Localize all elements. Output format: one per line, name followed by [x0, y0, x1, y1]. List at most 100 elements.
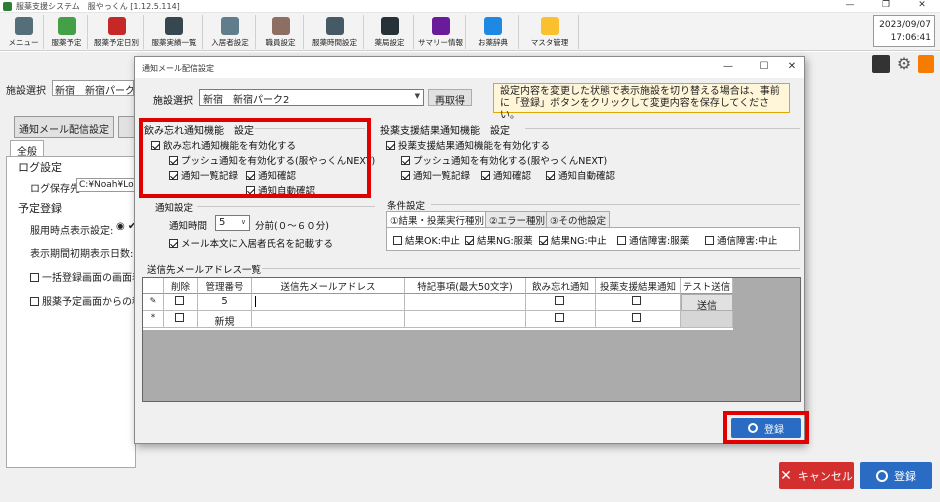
- schedule-registration-heading: 予定登録: [18, 202, 62, 215]
- condition-tab-result[interactable]: ①結果・投薬実行種別: [386, 211, 489, 228]
- test-send-button-new[interactable]: [681, 311, 733, 328]
- close-icon[interactable]: ✕: [914, 0, 930, 10]
- main-toolbar: メニュー 服薬予定 服薬予定日別 服薬実績一覧 入居者設定 職員設定 服薬時間設定 薬局設定 サ…: [0, 13, 940, 51]
- condition-checkbox-2[interactable]: 結果NG:中止: [539, 233, 607, 247]
- notify-time-chevron-icon: ∨: [240, 218, 246, 226]
- include-name-checkbox[interactable]: メール本文に入居者氏名を記載する: [169, 236, 333, 250]
- forget-notify-checkbox-new[interactable]: [526, 311, 596, 328]
- dialog-minimize-icon[interactable]: —: [719, 61, 737, 72]
- result-auto-confirm-label: 通知自動確認: [558, 171, 616, 182]
- result-auto-confirm-checkbox[interactable]: 通知自動確認: [546, 168, 615, 182]
- printer-icon[interactable]: [872, 55, 890, 73]
- log-path-label: ログ保存先: [30, 184, 80, 195]
- register-highlight-box: [723, 411, 809, 444]
- app-logo-icon: [3, 2, 12, 11]
- toolbar-button-label: 服薬実績一覧: [151, 38, 197, 47]
- lock-icon: [540, 17, 559, 35]
- email-input-cell-new[interactable]: [252, 311, 405, 328]
- result-push-check-icon: [401, 156, 410, 165]
- text-cursor: [255, 296, 256, 307]
- result-section-divider: [525, 128, 800, 129]
- dialog-maximize-icon[interactable]: ☐: [755, 61, 773, 72]
- toolbar-button-8[interactable]: サマリー情報: [416, 15, 466, 49]
- result-confirm-checkbox[interactable]: 通知確認: [481, 168, 531, 182]
- condition-tab-other[interactable]: ③その他設定: [546, 211, 611, 227]
- toolbar-button-10[interactable]: マスタ管理: [521, 15, 579, 49]
- facility-select-label: 施設選択: [6, 86, 46, 97]
- condition-tab-error[interactable]: ②エラー種別: [485, 211, 550, 227]
- result-notify-check-icon: [632, 296, 641, 305]
- forget-notify-check-icon: [554, 296, 564, 305]
- maximize-icon[interactable]: ❐: [878, 0, 894, 10]
- result-enable-check-icon: [386, 141, 395, 150]
- toolbar-button-3[interactable]: 服薬実績一覧: [146, 15, 203, 49]
- note-input-cell-new[interactable]: [405, 311, 526, 328]
- condition-checkbox-3[interactable]: 通信障害:服薬: [617, 233, 689, 247]
- condition-checkbox-4[interactable]: 通信障害:中止: [705, 233, 777, 247]
- calendar-icon: [107, 17, 126, 35]
- register-button[interactable]: 登録: [860, 462, 932, 489]
- notify-mail-dialog: 通知メール配信設定 — ☐ ✕ 施設選択 新宿 新宿パーク2 ▼ 再取得 設定内…: [134, 56, 809, 444]
- test-send-button[interactable]: 送信: [681, 294, 733, 312]
- condition-label: 通信障害:服薬: [629, 236, 690, 247]
- result-push-label: プッシュ通知を有効化する(服やっくんNEXT): [413, 156, 608, 167]
- include-name-label: メール本文に入居者氏名を記載する: [181, 239, 334, 250]
- result-notify-checkbox[interactable]: [596, 294, 681, 311]
- toolbar-button-0[interactable]: メニュー: [4, 15, 44, 49]
- schedule-screen-checkbox[interactable]: 服薬予定画面からの移: [30, 293, 142, 308]
- gear-icon[interactable]: ⚙: [895, 55, 913, 73]
- column-header-result-notify: 投薬支援結果通知: [596, 278, 681, 294]
- menu-icon: [14, 17, 33, 35]
- row-marker-new: *: [143, 311, 164, 328]
- pharmacy-icon: [380, 17, 399, 35]
- condition-checkbox-0[interactable]: 結果OK:中止: [393, 233, 460, 247]
- note-input-cell[interactable]: [405, 294, 526, 311]
- condition-check-icon: [465, 236, 474, 245]
- toolbar-button-7[interactable]: 薬局設定: [366, 15, 414, 49]
- dialog-facility-label: 施設選択: [153, 96, 193, 107]
- management-id-cell: 5: [198, 294, 252, 311]
- toolbar-button-4[interactable]: 入居者設定: [205, 15, 256, 49]
- result-notify-checkbox-new[interactable]: [596, 311, 681, 328]
- toolbar-button-9[interactable]: お薬辞典: [468, 15, 519, 49]
- result-enable-checkbox[interactable]: 投薬支援結果通知機能を有効化する: [386, 138, 550, 152]
- result-auto-confirm-check-icon: [546, 171, 555, 180]
- bulk-register-checkbox[interactable]: 一括登録画面の画面表: [30, 269, 142, 284]
- log-settings-heading: ログ設定: [18, 161, 62, 174]
- column-header-forget-notify: 飲み忘れ通知: [526, 278, 596, 294]
- email-input-cell[interactable]: [252, 294, 405, 311]
- condition-checkbox-1[interactable]: 結果NG:服薬: [465, 233, 533, 247]
- delete-checkbox[interactable]: [164, 294, 198, 311]
- notify-time-label: 通知時間: [169, 221, 208, 232]
- result-push-checkbox[interactable]: プッシュ通知を有効化する(服やっくんNEXT): [401, 153, 607, 167]
- log-path-input[interactable]: C:¥Noah¥Log: [76, 178, 136, 192]
- clipboard-icon[interactable]: [918, 55, 934, 73]
- result-list-record-checkbox[interactable]: 通知一覧記録: [401, 168, 470, 182]
- reacquire-button[interactable]: 再取得: [428, 89, 472, 107]
- dialog-facility-value: 新宿 新宿パーク2: [203, 95, 290, 106]
- notify-settings-divider: [197, 206, 375, 207]
- dialog-facility-select[interactable]: 新宿 新宿パーク2 ▼: [199, 89, 424, 106]
- notify-mail-settings-button[interactable]: 通知メール配信設定: [14, 116, 114, 138]
- forget-notify-checkbox[interactable]: [526, 294, 596, 311]
- toolbar-button-5[interactable]: 職員設定: [258, 15, 304, 49]
- minimize-icon[interactable]: —: [842, 0, 858, 10]
- result-section-title: 投薬支援結果通知機能 設定: [380, 126, 510, 137]
- address-grid-body: 削除 管理番号 送信先メールアドレス 特記事項(最大50文字) 飲み忘れ通知 投…: [143, 278, 733, 330]
- column-header-test-send: テスト送信: [681, 278, 733, 294]
- facility-select[interactable]: 新宿 新宿パーク: [52, 80, 134, 96]
- toolbar-button-6[interactable]: 服薬時間設定: [306, 15, 364, 49]
- column-header-delete: 削除: [164, 278, 198, 294]
- register-button-label: 登録: [894, 469, 916, 483]
- notify-time-select[interactable]: 5 ∨: [215, 215, 250, 231]
- schedule-screen-check-icon: [30, 297, 39, 306]
- cancel-button[interactable]: ✕ キャンセル: [779, 462, 854, 489]
- result-confirm-label: 通知確認: [493, 171, 532, 182]
- delete-checkbox-new[interactable]: [164, 311, 198, 328]
- time-display-label: 服用時点表示設定:: [30, 226, 114, 237]
- toolbar-button-2[interactable]: 服薬予定日別: [90, 15, 144, 49]
- resident-icon: [221, 17, 239, 35]
- dialog-close-icon[interactable]: ✕: [783, 61, 801, 72]
- toolbar-button-1[interactable]: 服薬予定: [46, 15, 88, 49]
- conditions-divider: [431, 204, 800, 205]
